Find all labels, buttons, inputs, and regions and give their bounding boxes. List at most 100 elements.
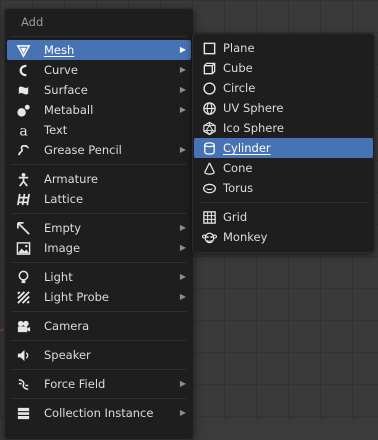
submenu-arrow-icon: ▶ xyxy=(179,105,186,114)
menu-item-label: Text xyxy=(44,123,68,137)
collection-instance-icon xyxy=(15,405,31,421)
menu-item-collection-instance[interactable]: Collection Instance ▶ xyxy=(7,403,191,423)
menu-separator xyxy=(11,164,187,165)
menu-item-cube[interactable]: Cube xyxy=(194,58,373,78)
grid-icon xyxy=(201,209,217,225)
submenu-arrow-icon: ▶ xyxy=(179,243,186,252)
menu-item-label: Mesh xyxy=(44,43,75,57)
menu-item-uv-sphere[interactable]: UV Sphere xyxy=(194,98,373,118)
menu-item-label: Lattice xyxy=(44,192,84,206)
cylinder-icon xyxy=(201,140,217,156)
menu-item-label: Cube xyxy=(223,61,253,75)
menu-item-ico-sphere[interactable]: Ico Sphere xyxy=(194,118,373,138)
submenu-arrow-icon: ▶ xyxy=(179,272,186,281)
menu-item-label: Light Probe xyxy=(44,290,109,304)
submenu-arrow-icon: ▶ xyxy=(179,223,186,232)
menu-item-armature[interactable]: Armature xyxy=(7,169,191,189)
menu-item-cone[interactable]: Cone xyxy=(194,158,373,178)
menu-item-surface[interactable]: Surface ▶ xyxy=(7,80,191,100)
menu-item-label: Circle xyxy=(223,81,256,95)
menu-item-label: Monkey xyxy=(223,230,268,244)
menu-item-label: Plane xyxy=(223,41,255,55)
speaker-icon xyxy=(15,347,31,363)
uv-sphere-icon xyxy=(201,100,217,116)
menu-item-label: Speaker xyxy=(44,348,91,362)
lattice-icon xyxy=(15,191,31,207)
plane-icon xyxy=(201,40,217,56)
menu-item-image[interactable]: Image ▶ xyxy=(7,238,191,258)
menu-item-cylinder[interactable]: Cylinder xyxy=(194,138,373,158)
surface-icon xyxy=(15,82,31,98)
menu-item-light[interactable]: Light ▶ xyxy=(7,267,191,287)
menu-separator xyxy=(11,398,187,399)
menu-separator xyxy=(11,262,187,263)
menu-separator xyxy=(11,36,187,37)
light-probe-icon xyxy=(15,289,31,305)
cone-icon xyxy=(201,160,217,176)
submenu-arrow-icon: ▶ xyxy=(179,379,186,388)
submenu-arrow-icon: ▶ xyxy=(179,408,186,417)
menu-separator xyxy=(11,340,187,341)
ico-sphere-icon xyxy=(201,120,217,136)
menu-item-grid[interactable]: Grid xyxy=(194,207,373,227)
menu-item-label: Torus xyxy=(223,181,254,195)
camera-icon xyxy=(15,318,31,334)
mesh-icon xyxy=(15,42,31,58)
menu-item-label: Grid xyxy=(223,210,248,224)
menu-item-label: Force Field xyxy=(44,377,106,391)
submenu-arrow-icon: ▶ xyxy=(179,85,186,94)
menu-item-speaker[interactable]: Speaker xyxy=(7,345,191,365)
menu-item-label: Cylinder xyxy=(223,141,271,155)
monkey-icon xyxy=(201,229,217,245)
menu-item-light-probe[interactable]: Light Probe ▶ xyxy=(7,287,191,307)
curve-icon xyxy=(15,62,31,78)
light-icon xyxy=(15,269,31,285)
menu-item-lattice[interactable]: Lattice xyxy=(7,189,191,209)
menu-item-plane[interactable]: Plane xyxy=(194,38,373,58)
menu-item-grease-pencil[interactable]: Grease Pencil ▶ xyxy=(7,140,191,160)
menu-item-label: Metaball xyxy=(44,103,94,117)
image-icon xyxy=(15,240,31,256)
menu-item-label: Ico Sphere xyxy=(223,121,284,135)
menu-item-label: Curve xyxy=(44,63,78,77)
menu-item-torus[interactable]: Torus xyxy=(194,178,373,198)
text-icon: a xyxy=(15,122,31,138)
menu-item-mesh[interactable]: Mesh ▶ xyxy=(7,40,191,60)
force-field-icon xyxy=(15,376,31,392)
submenu-arrow-icon: ▶ xyxy=(179,45,186,54)
menu-item-curve[interactable]: Curve ▶ xyxy=(7,60,191,80)
svg-text:a: a xyxy=(19,123,27,137)
armature-icon xyxy=(15,171,31,187)
menu-item-empty[interactable]: Empty ▶ xyxy=(7,218,191,238)
metaball-icon xyxy=(15,102,31,118)
submenu-arrow-icon: ▶ xyxy=(179,65,186,74)
menu-separator xyxy=(11,311,187,312)
menu-item-label: Grease Pencil xyxy=(44,143,122,157)
add-menu-title: Add xyxy=(21,15,44,29)
submenu-arrow-icon: ▶ xyxy=(179,145,186,154)
menu-separator xyxy=(11,213,187,214)
menu-item-monkey[interactable]: Monkey xyxy=(194,227,373,247)
submenu-arrow-icon: ▶ xyxy=(179,292,186,301)
menu-item-label: Light xyxy=(44,270,73,284)
menu-item-camera[interactable]: Camera xyxy=(7,316,191,336)
grease-pencil-icon xyxy=(15,142,31,158)
menu-item-label: Surface xyxy=(44,83,88,97)
menu-item-label: Camera xyxy=(44,319,90,333)
cube-icon xyxy=(201,60,217,76)
menu-separator xyxy=(11,369,187,370)
menu-item-metaball[interactable]: Metaball ▶ xyxy=(7,100,191,120)
menu-item-label: UV Sphere xyxy=(223,101,284,115)
menu-item-label: Empty xyxy=(44,221,82,235)
menu-item-label: Cone xyxy=(223,161,253,175)
mesh-submenu: Plane Cube Circle UV Sphere Ico Sphere C… xyxy=(192,33,375,253)
circle-icon xyxy=(201,80,217,96)
empty-icon xyxy=(15,220,31,236)
menu-item-circle[interactable]: Circle xyxy=(194,78,373,98)
menu-item-label: Armature xyxy=(44,172,98,186)
torus-icon xyxy=(201,180,217,196)
menu-item-label: Collection Instance xyxy=(44,406,154,420)
menu-item-force-field[interactable]: Force Field ▶ xyxy=(7,374,191,394)
menu-item-text[interactable]: a Text xyxy=(7,120,191,140)
menu-item-label: Image xyxy=(44,241,81,255)
